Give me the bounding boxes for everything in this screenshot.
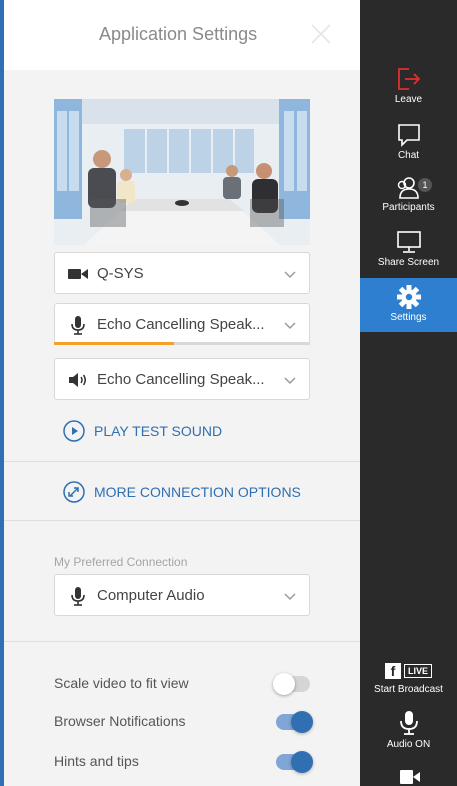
divider bbox=[4, 461, 360, 462]
microphone-icon bbox=[71, 316, 85, 335]
video-camera-icon bbox=[68, 269, 88, 279]
close-icon[interactable] bbox=[309, 22, 333, 46]
more-connection-options-link[interactable]: MORE CONNECTION OPTIONS bbox=[62, 480, 301, 504]
connection-icon bbox=[63, 481, 85, 503]
camera-select[interactable]: Q-SYS bbox=[54, 252, 310, 294]
start-broadcast-button[interactable]: f LIVE Start Broadcast bbox=[360, 662, 457, 702]
play-test-sound-label: PLAY TEST SOUND bbox=[94, 423, 223, 439]
speaker-select[interactable]: Echo Cancelling Speak... bbox=[54, 358, 310, 400]
divider bbox=[4, 641, 360, 642]
chevron-down-icon bbox=[284, 271, 296, 279]
panel-title: Application Settings bbox=[99, 24, 258, 44]
share-screen-label: Share Screen bbox=[377, 257, 440, 268]
chevron-down-icon bbox=[284, 593, 296, 601]
participants-label: Participants bbox=[382, 202, 435, 213]
microphone-level-fill bbox=[54, 342, 175, 345]
toggle-knob bbox=[273, 673, 295, 695]
play-icon bbox=[63, 420, 85, 442]
hints-and-tips-toggle[interactable] bbox=[276, 751, 313, 773]
microphone-icon bbox=[71, 587, 85, 606]
chat-label: Chat bbox=[397, 150, 420, 161]
leave-icon bbox=[397, 68, 420, 90]
chat-icon bbox=[397, 124, 420, 147]
leave-button[interactable]: Leave bbox=[360, 66, 457, 112]
chat-button[interactable]: Chat bbox=[360, 122, 457, 168]
speaker-select-value: Echo Cancelling Speak... bbox=[97, 371, 265, 388]
microphone-select-value: Echo Cancelling Speak... bbox=[97, 316, 265, 333]
leave-label: Leave bbox=[394, 94, 423, 105]
chevron-down-icon bbox=[284, 377, 296, 385]
facebook-icon: f bbox=[384, 662, 401, 679]
video-button[interactable] bbox=[360, 766, 457, 786]
start-broadcast-label: Start Broadcast bbox=[374, 684, 443, 695]
microphone-select[interactable]: Echo Cancelling Speak... bbox=[54, 303, 310, 345]
scale-video-label: Scale video to fit view bbox=[54, 675, 189, 691]
participants-button[interactable]: 1 Participants bbox=[360, 174, 457, 220]
speaker-icon bbox=[69, 373, 86, 387]
divider bbox=[4, 520, 360, 521]
gear-icon bbox=[396, 285, 421, 309]
settings-button[interactable]: Settings bbox=[360, 278, 457, 332]
scale-video-toggle[interactable] bbox=[273, 673, 310, 695]
microphone-icon bbox=[399, 711, 418, 735]
browser-notifications-row: Browser Notifications bbox=[54, 710, 314, 734]
panel-header: Application Settings bbox=[4, 0, 360, 70]
chevron-down-icon bbox=[284, 322, 296, 330]
camera-preview bbox=[54, 99, 310, 245]
browser-notifications-toggle[interactable] bbox=[276, 711, 313, 733]
meeting-sidebar: Leave Chat 1 Participants Share Screen S… bbox=[360, 0, 457, 786]
share-screen-button[interactable]: Share Screen bbox=[360, 229, 457, 275]
settings-panel: Application Settings Q-SYS Echo Cancelli… bbox=[4, 0, 360, 786]
play-test-sound-link[interactable]: PLAY TEST SOUND bbox=[62, 419, 222, 443]
participants-count-badge: 1 bbox=[418, 178, 432, 192]
toggle-knob bbox=[291, 751, 313, 773]
preferred-connection-value: Computer Audio bbox=[97, 587, 205, 604]
audio-button[interactable]: Audio ON bbox=[360, 709, 457, 755]
hints-and-tips-row: Hints and tips bbox=[54, 750, 314, 774]
audio-label: Audio ON bbox=[386, 739, 431, 750]
live-badge: LIVE bbox=[403, 663, 432, 678]
microphone-level-meter bbox=[54, 342, 310, 345]
more-connection-options-label: MORE CONNECTION OPTIONS bbox=[94, 484, 301, 500]
scale-video-row: Scale video to fit view bbox=[54, 672, 314, 696]
hints-and-tips-label: Hints and tips bbox=[54, 753, 139, 769]
video-icon bbox=[399, 770, 420, 784]
toggle-knob bbox=[291, 711, 313, 733]
preferred-connection-label: My Preferred Connection bbox=[54, 555, 188, 569]
share-screen-icon bbox=[396, 231, 421, 253]
settings-label: Settings bbox=[390, 312, 427, 323]
preferred-connection-select[interactable]: Computer Audio bbox=[54, 574, 310, 616]
camera-select-value: Q-SYS bbox=[97, 265, 144, 282]
browser-notifications-label: Browser Notifications bbox=[54, 713, 186, 729]
